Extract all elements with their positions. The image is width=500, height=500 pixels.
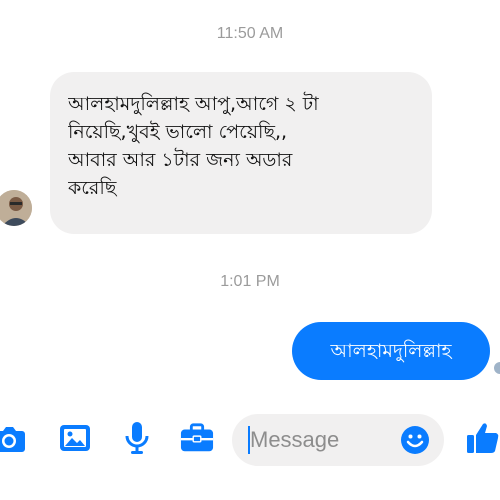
outgoing-message-bubble[interactable]: আলহামদুলিল্লাহ (292, 322, 490, 380)
timestamp: 11:50 AM (216, 25, 284, 42)
camera-icon[interactable] (0, 420, 26, 456)
avatar[interactable] (0, 190, 32, 226)
avatar-image (0, 190, 32, 226)
microphone-icon[interactable] (120, 420, 154, 456)
incoming-message-bubble[interactable]: আলহামদুলিল্লাহ আপু,আগে ২ টা নিয়েছি,খুবই… (50, 72, 432, 234)
photo-icon[interactable] (58, 420, 92, 456)
like-icon[interactable] (466, 420, 500, 456)
message-line: আলহামদুলিল্লাহ আপু,আগে ২ টা (68, 93, 319, 115)
seen-indicator (494, 362, 500, 374)
message-input[interactable] (250, 422, 390, 458)
message-composer[interactable] (232, 414, 444, 466)
timestamp: 1:01 PM (220, 273, 280, 290)
emoji-icon[interactable] (400, 425, 430, 455)
message-line: নিয়েছি,খুবই ভালো পেয়েছি,, (68, 121, 288, 143)
message-line: আবার আর ১টার জন্য অডার (68, 149, 293, 171)
message-line: করেছি (68, 177, 117, 199)
briefcase-icon[interactable] (180, 420, 214, 456)
